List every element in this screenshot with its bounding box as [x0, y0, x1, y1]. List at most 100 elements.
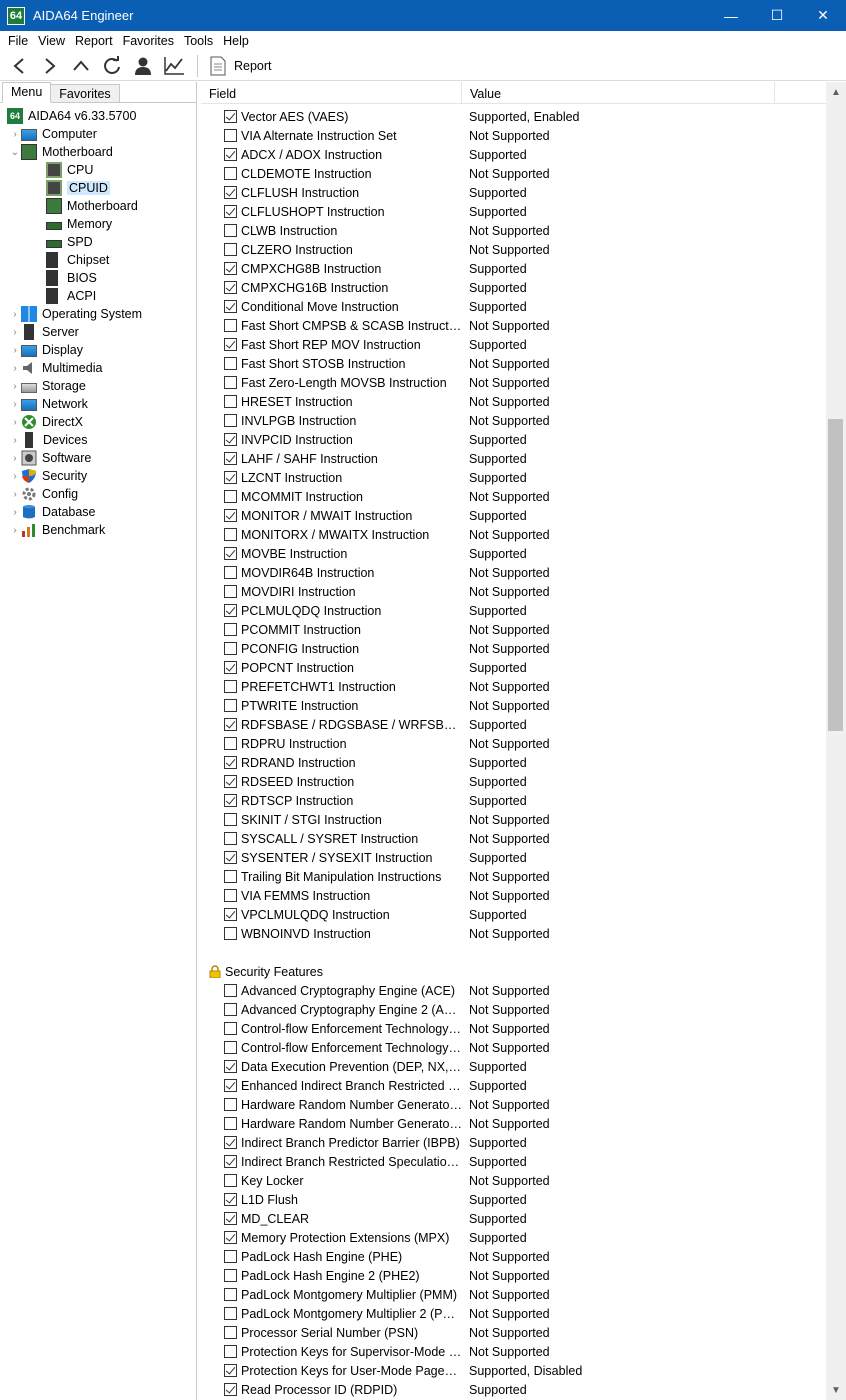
tree-item-computer[interactable]: › Computer: [0, 125, 196, 143]
tree-item-directx[interactable]: › DirectX: [0, 413, 196, 431]
expand-chevron-icon[interactable]: ›: [9, 305, 21, 323]
list-row[interactable]: VIA Alternate Instruction Set Not Support…: [201, 126, 827, 145]
list-row[interactable]: LZCNT Instruction Supported: [201, 468, 827, 487]
list-row[interactable]: Processor Serial Number (PSN) Not Support…: [201, 1323, 827, 1342]
tree-item-server[interactable]: › Server: [0, 323, 196, 341]
column-header-value[interactable]: Value: [462, 82, 775, 104]
forward-button[interactable]: [34, 52, 65, 80]
expand-chevron-icon[interactable]: ›: [9, 467, 21, 485]
vertical-scrollbar[interactable]: ▲ ▼: [826, 82, 846, 1400]
tree-root[interactable]: 64 AIDA64 v6.33.5700: [0, 107, 196, 125]
list-row[interactable]: CLDEMOTE Instruction Not Supported: [201, 164, 827, 183]
tree-item-security[interactable]: › Security: [0, 467, 196, 485]
menu-help[interactable]: Help: [218, 34, 254, 48]
list-row[interactable]: PadLock Hash Engine (PHE) Not Supported: [201, 1247, 827, 1266]
list-row[interactable]: CLFLUSHOPT Instruction Supported: [201, 202, 827, 221]
list-row[interactable]: Vector AES (VAES) Supported, Enabled: [201, 107, 827, 126]
refresh-button[interactable]: [96, 52, 127, 80]
list-row[interactable]: INVPCID Instruction Supported: [201, 430, 827, 449]
list-row[interactable]: PCLMULQDQ Instruction Supported: [201, 601, 827, 620]
tab-menu[interactable]: Menu: [2, 82, 52, 103]
list-row[interactable]: Fast Short CMPSB & SCASB Instruction Not …: [201, 316, 827, 335]
list-row[interactable]: PCOMMIT Instruction Not Supported: [201, 620, 827, 639]
list-row[interactable]: LAHF / SAHF Instruction Supported: [201, 449, 827, 468]
list-row[interactable]: VPCLMULQDQ Instruction Supported: [201, 905, 827, 924]
expand-chevron-icon[interactable]: ›: [9, 521, 21, 539]
close-button[interactable]: ✕: [800, 0, 846, 31]
tree-item-benchmark[interactable]: › Benchmark: [0, 521, 196, 539]
list-row[interactable]: POPCNT Instruction Supported: [201, 658, 827, 677]
list-row[interactable]: Advanced Cryptography Engine (ACE) Not Su…: [201, 981, 827, 1000]
list-row[interactable]: MD_CLEAR Supported: [201, 1209, 827, 1228]
list-row[interactable]: SKINIT / STGI Instruction Not Supported: [201, 810, 827, 829]
list-row[interactable]: Conditional Move Instruction Supported: [201, 297, 827, 316]
list-row[interactable]: Advanced Cryptography Engine 2 (ACE2) Not…: [201, 1000, 827, 1019]
list-row[interactable]: ADCX / ADOX Instruction Supported: [201, 145, 827, 164]
list-row[interactable]: Fast Short REP MOV Instruction Supported: [201, 335, 827, 354]
list-row[interactable]: WBNOINVD Instruction Not Supported: [201, 924, 827, 943]
tree-item-operating-system[interactable]: › Operating System: [0, 305, 196, 323]
maximize-button[interactable]: ☐: [754, 0, 800, 31]
tree-child-bios[interactable]: BIOS: [0, 269, 196, 287]
collapse-chevron-icon[interactable]: ⌄: [9, 143, 21, 161]
list-row[interactable]: Memory Protection Extensions (MPX) Suppor…: [201, 1228, 827, 1247]
list-row[interactable]: PadLock Montgomery Multiplier (PMM) Not S…: [201, 1285, 827, 1304]
list-row[interactable]: Read Processor ID (RDPID) Supported: [201, 1380, 827, 1399]
tree-item-software[interactable]: › Software: [0, 449, 196, 467]
menu-file[interactable]: File: [3, 34, 33, 48]
tree-child-cpuid[interactable]: CPUID: [0, 179, 196, 197]
expand-chevron-icon[interactable]: ›: [9, 323, 21, 341]
list-row[interactable]: RDTSCP Instruction Supported: [201, 791, 827, 810]
list-row[interactable]: Fast Short STOSB Instruction Not Supporte…: [201, 354, 827, 373]
expand-chevron-icon[interactable]: ›: [9, 359, 21, 377]
list-row[interactable]: CMPXCHG16B Instruction Supported: [201, 278, 827, 297]
expand-chevron-icon[interactable]: ›: [9, 485, 21, 503]
report-button[interactable]: Report: [206, 53, 276, 79]
list-row[interactable]: MONITOR / MWAIT Instruction Supported: [201, 506, 827, 525]
menu-favorites[interactable]: Favorites: [118, 34, 179, 48]
scroll-up-icon[interactable]: ▲: [826, 82, 846, 102]
tree-child-spd[interactable]: SPD: [0, 233, 196, 251]
list-row[interactable]: Enhanced Indirect Branch Restricted Sp..…: [201, 1076, 827, 1095]
list-row[interactable]: MOVDIRI Instruction Not Supported: [201, 582, 827, 601]
list-row[interactable]: INVLPGB Instruction Not Supported: [201, 411, 827, 430]
list-row[interactable]: Hardware Random Number Generator 2... Not…: [201, 1114, 827, 1133]
tree-item-multimedia[interactable]: › Multimedia: [0, 359, 196, 377]
expand-chevron-icon[interactable]: ›: [9, 395, 21, 413]
list-row[interactable]: PREFETCHWT1 Instruction Not Supported: [201, 677, 827, 696]
tree-child-motherboard[interactable]: Motherboard: [0, 197, 196, 215]
list-row[interactable]: MONITORX / MWAITX Instruction Not Support…: [201, 525, 827, 544]
list-row[interactable]: Key Locker Not Supported: [201, 1171, 827, 1190]
tree-child-cpu[interactable]: CPU: [0, 161, 196, 179]
list-row[interactable]: CLWB Instruction Not Supported: [201, 221, 827, 240]
tree-item-database[interactable]: › Database: [0, 503, 196, 521]
list-row[interactable]: MOVBE Instruction Supported: [201, 544, 827, 563]
expand-chevron-icon[interactable]: ›: [9, 125, 21, 143]
expand-chevron-icon[interactable]: ›: [9, 431, 21, 449]
tree-child-acpi[interactable]: ACPI: [0, 287, 196, 305]
up-button[interactable]: [65, 52, 96, 80]
list-row[interactable]: HRESET Instruction Not Supported: [201, 392, 827, 411]
list-row[interactable]: RDRAND Instruction Supported: [201, 753, 827, 772]
list-row[interactable]: Trailing Bit Manipulation Instructions No…: [201, 867, 827, 886]
list-row[interactable]: Indirect Branch Predictor Barrier (IBPB)…: [201, 1133, 827, 1152]
menu-tools[interactable]: Tools: [179, 34, 218, 48]
list-row[interactable]: MCOMMIT Instruction Not Supported: [201, 487, 827, 506]
expand-chevron-icon[interactable]: ›: [9, 503, 21, 521]
list-row[interactable]: PCONFIG Instruction Not Supported: [201, 639, 827, 658]
tree-item-network[interactable]: › Network: [0, 395, 196, 413]
tree-item-config[interactable]: › Config: [0, 485, 196, 503]
expand-chevron-icon[interactable]: ›: [9, 377, 21, 395]
list-row[interactable]: PTWRITE Instruction Not Supported: [201, 696, 827, 715]
tree-item-storage[interactable]: › Storage: [0, 377, 196, 395]
scroll-down-icon[interactable]: ▼: [826, 1380, 846, 1400]
expand-chevron-icon[interactable]: ›: [9, 413, 21, 431]
list-row[interactable]: Fast Zero-Length MOVSB Instruction Not Su…: [201, 373, 827, 392]
list-row[interactable]: CLFLUSH Instruction Supported: [201, 183, 827, 202]
list-row[interactable]: SYSCALL / SYSRET Instruction Not Supporte…: [201, 829, 827, 848]
scroll-thumb[interactable]: [828, 419, 843, 731]
list-section-header[interactable]: Security Features: [201, 962, 827, 981]
column-header-field[interactable]: Field: [201, 82, 462, 104]
list-row[interactable]: MOVDIR64B Instruction Not Supported: [201, 563, 827, 582]
tree-child-chipset[interactable]: Chipset: [0, 251, 196, 269]
